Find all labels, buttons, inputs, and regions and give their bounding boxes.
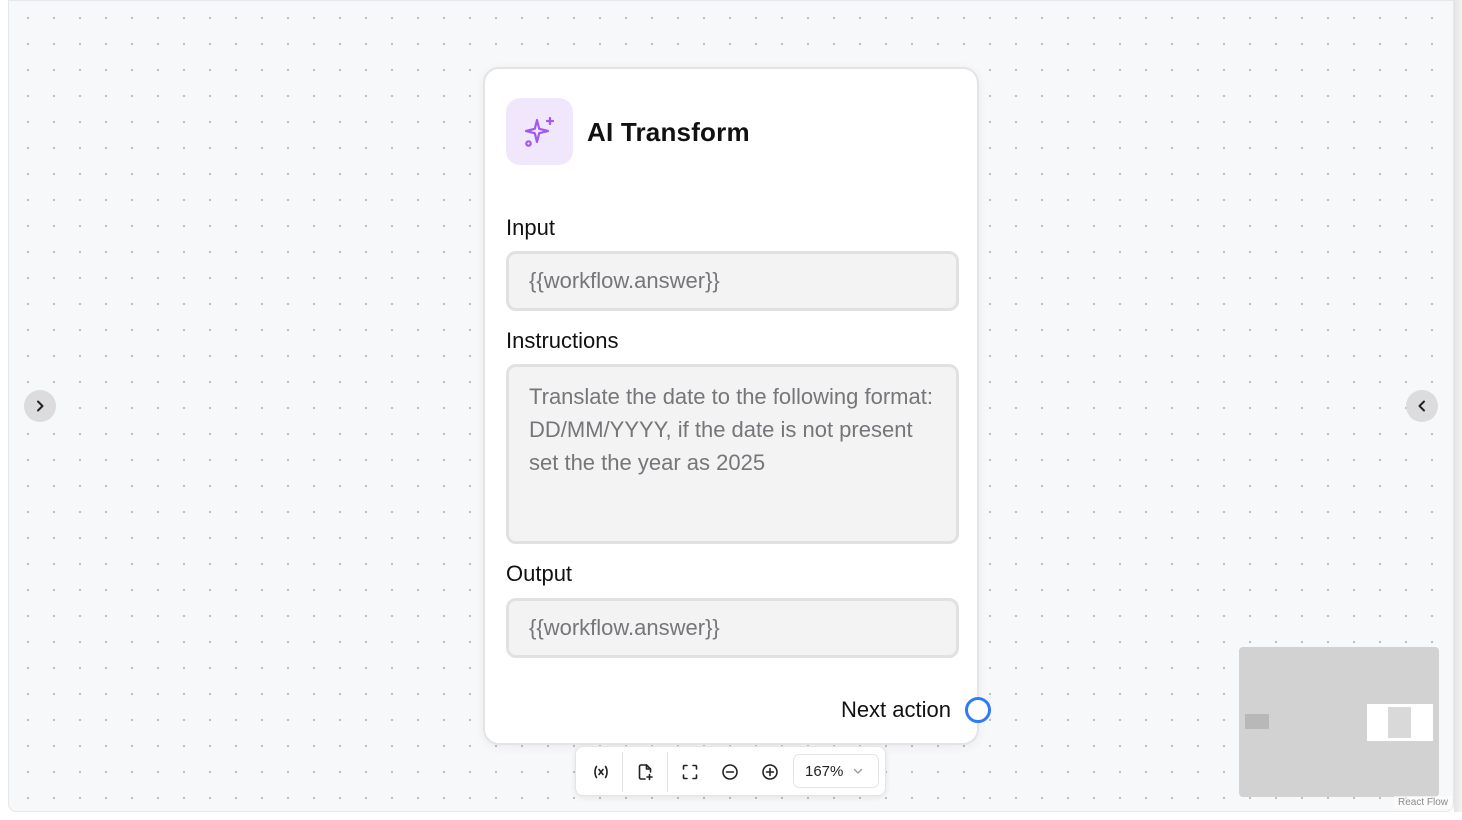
instructions-label: Instructions [506, 328, 619, 353]
output-value: {{workflow.answer}} [529, 615, 720, 640]
zoom-in-button[interactable] [757, 759, 783, 785]
chevron-right-icon [37, 400, 44, 412]
node-icon-badge [506, 98, 573, 165]
zoom-level-select[interactable]: 167% [793, 754, 879, 788]
chevron-left-icon [1418, 400, 1425, 412]
toolbar-divider [622, 752, 623, 792]
toolbar-divider [667, 752, 668, 792]
next-action-handle[interactable] [965, 697, 991, 723]
instructions-value: Translate the date to the following form… [529, 384, 933, 475]
zoom-out-icon [722, 764, 738, 780]
zoom-in-icon [762, 764, 778, 780]
zoom-level-value: 167% [805, 762, 844, 780]
output-label: Output [506, 561, 573, 586]
minimap[interactable] [1239, 647, 1439, 797]
variables-button[interactable] [588, 759, 614, 785]
react-flow-attribution[interactable]: React Flow [1394, 796, 1453, 809]
ai-transform-node[interactable]: AI Transform Input {{workflow.answer}} I… [483, 67, 979, 745]
expand-left-panel-button[interactable] [24, 390, 56, 422]
input-label: Input [506, 215, 555, 240]
canvas-toolbar: 167% [575, 746, 886, 796]
node-title: AI Transform [587, 117, 750, 147]
chevron-down-icon [853, 768, 863, 774]
minimap-node [1388, 707, 1411, 738]
input-value: {{workflow.answer}} [529, 268, 720, 293]
window-edge [1454, 0, 1462, 820]
fit-view-icon [682, 764, 698, 780]
output-field[interactable]: {{workflow.answer}} [506, 598, 959, 658]
instructions-field[interactable]: Translate the date to the following form… [506, 364, 959, 544]
window-bottom-edge [0, 812, 1462, 820]
sparkles-icon [524, 116, 554, 147]
expand-right-panel-button[interactable] [1406, 390, 1438, 422]
zoom-out-button[interactable] [717, 759, 743, 785]
variable-icon [594, 765, 608, 779]
next-action-label: Next action [840, 697, 951, 722]
minimap-node [1245, 714, 1269, 729]
input-field[interactable]: {{workflow.answer}} [506, 251, 959, 311]
add-file-icon [638, 764, 653, 781]
add-file-button[interactable] [632, 759, 658, 785]
fit-view-button[interactable] [677, 759, 703, 785]
